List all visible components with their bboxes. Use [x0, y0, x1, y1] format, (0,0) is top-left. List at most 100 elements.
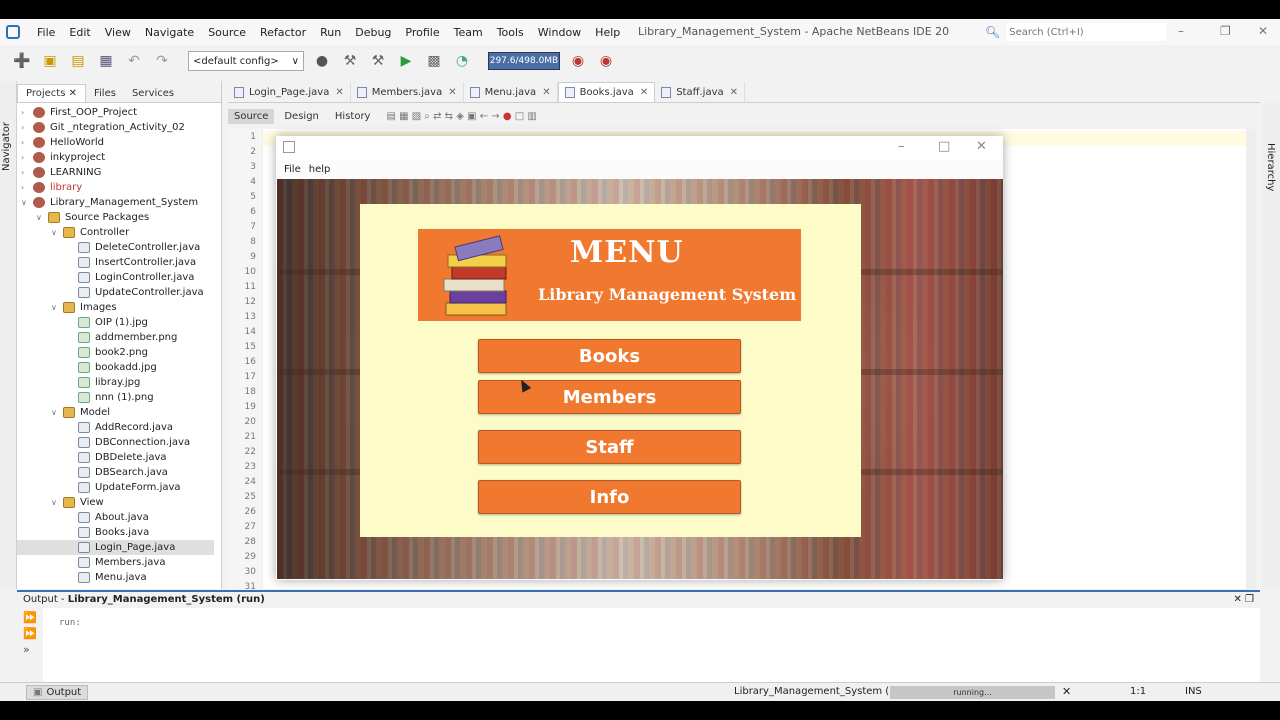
tree-item[interactable]: OIP (1).jpg	[66, 315, 148, 330]
tree-item[interactable]: DBDelete.java	[66, 450, 167, 465]
expand-chevron-icon[interactable]: ∨	[36, 213, 46, 222]
editor-tab[interactable]: Members.java ✕	[351, 82, 464, 102]
progress-bar[interactable]: running...	[890, 686, 1055, 699]
new-file-icon[interactable]: ➕	[12, 51, 32, 71]
tree-item[interactable]: nnn (1).png	[66, 390, 154, 405]
tree-item[interactable]: ∨ Images	[51, 300, 117, 315]
tree-item[interactable]: ∨ Library_Management_System	[21, 195, 198, 210]
app-maximize-icon[interactable]: □	[938, 139, 950, 154]
expand-chevron-icon[interactable]: ›	[21, 153, 31, 162]
source-mode-button[interactable]: Source	[228, 108, 275, 124]
tree-item[interactable]: Members.java	[66, 555, 165, 570]
tree-item[interactable]: UpdateForm.java	[66, 480, 181, 495]
tree-item[interactable]: Books.java	[66, 525, 149, 540]
tab-files[interactable]: Files	[86, 85, 124, 102]
app-menu-help[interactable]: help	[309, 164, 331, 175]
tree-item[interactable]: About.java	[66, 510, 149, 525]
debug-icon[interactable]: ▩	[424, 51, 444, 71]
tree-item[interactable]: InsertController.java	[66, 255, 196, 270]
books-button[interactable]: Books	[478, 339, 741, 373]
menu-tools[interactable]: Tools	[490, 26, 531, 39]
navigator-label[interactable]: Navigator	[1, 122, 12, 171]
tree-item[interactable]: AddRecord.java	[66, 420, 173, 435]
history-mode-button[interactable]: History	[329, 109, 377, 124]
menu-profile[interactable]: Profile	[398, 26, 446, 39]
toolbar-icons[interactable]: ▤ ▦ ▧ ⌕ ⇄ ⇆ ◈ ▣ ← → ● □ ▥	[380, 109, 542, 124]
tree-item[interactable]: › Git _ntegration_Activity_02	[21, 120, 185, 135]
tree-item[interactable]: bookadd.jpg	[66, 360, 157, 375]
tree-item[interactable]: › inkyproject	[21, 150, 105, 165]
profile-icon[interactable]: ◔	[452, 51, 472, 71]
memory-indicator[interactable]: 297.6/498.0MB	[488, 52, 560, 70]
maximize-icon[interactable]: ❐	[1220, 24, 1231, 38]
profile-ide-icon[interactable]: ◉	[596, 51, 616, 71]
close-tab-icon[interactable]: ✕	[640, 87, 648, 98]
menu-window[interactable]: Window	[531, 26, 588, 39]
tree-item[interactable]: › LEARNING	[21, 165, 101, 180]
menu-run[interactable]: Run	[313, 26, 348, 39]
expand-chevron-icon[interactable]: ∨	[21, 198, 31, 207]
gc-icon[interactable]: ◉	[568, 51, 588, 71]
tree-item[interactable]: ∨ Controller	[51, 225, 129, 240]
run-icon[interactable]: ▶	[396, 51, 416, 71]
tree-item[interactable]: DeleteController.java	[66, 240, 200, 255]
editor-tab[interactable]: Menu.java ✕	[464, 82, 558, 102]
tree-item[interactable]: › HelloWorld	[21, 135, 104, 150]
menu-debug[interactable]: Debug	[348, 26, 398, 39]
save-all-icon[interactable]: ▦	[96, 51, 116, 71]
editor-tab[interactable]: Login_Page.java ✕	[228, 82, 351, 102]
close-tab-icon[interactable]: ✕	[542, 87, 550, 98]
search-input[interactable]	[1006, 23, 1167, 41]
more-icon[interactable]: »	[23, 643, 43, 656]
menu-help[interactable]: Help	[588, 26, 627, 39]
minimize-icon[interactable]: –	[1178, 24, 1184, 38]
undo-icon[interactable]: ↶	[124, 51, 144, 71]
tab-projects[interactable]: Projects ✕	[17, 84, 86, 102]
tree-item[interactable]: ∨ Source Packages	[36, 210, 149, 225]
tree-item[interactable]: Menu.java	[66, 570, 147, 585]
tree-item[interactable]: DBConnection.java	[66, 435, 190, 450]
app-menu-file[interactable]: File	[284, 164, 301, 175]
build-icon[interactable]: ⚒	[340, 51, 360, 71]
rerun-params-icon[interactable]: ⏩	[23, 627, 43, 640]
menu-edit[interactable]: Edit	[62, 26, 97, 39]
tree-item[interactable]: DBSearch.java	[66, 465, 168, 480]
editor-tab[interactable]: Staff.java ✕	[655, 82, 746, 102]
tree-item[interactable]: › First_OOP_Project	[21, 105, 137, 120]
config-select[interactable]: <default config> ∨	[188, 51, 304, 71]
rerun-icon[interactable]: ⏩	[23, 611, 43, 624]
tree-item[interactable]: libray.jpg	[66, 375, 140, 390]
close-tab-icon[interactable]: ✕	[448, 87, 456, 98]
tree-item[interactable]: ∨ Model	[51, 405, 110, 420]
tree-item[interactable]: › library	[21, 180, 82, 195]
editor-scrollbar[interactable]	[1246, 129, 1256, 589]
info-button[interactable]: Info	[478, 480, 741, 514]
expand-chevron-icon[interactable]: ∨	[51, 228, 61, 237]
tree-item[interactable]: ∨ View	[51, 495, 104, 510]
menu-view[interactable]: View	[98, 26, 138, 39]
cancel-progress-icon[interactable]: ✕	[1062, 685, 1071, 698]
expand-chevron-icon[interactable]: ∨	[51, 498, 61, 507]
hierarchy-strip[interactable]: Hierarchy	[1262, 103, 1280, 589]
open-project-icon[interactable]: ▤	[68, 51, 88, 71]
tree-item[interactable]: book2.png	[66, 345, 148, 360]
tree-item[interactable]: Login_Page.java	[17, 540, 214, 555]
globe-icon[interactable]: ●	[312, 51, 332, 71]
tree-item[interactable]: LoginController.java	[66, 270, 194, 285]
expand-chevron-icon[interactable]: ›	[21, 138, 31, 147]
expand-chevron-icon[interactable]: ›	[21, 168, 31, 177]
close-icon[interactable]: ✕	[1258, 24, 1268, 38]
tab-services[interactable]: Services	[124, 85, 182, 102]
output-close-icon[interactable]: ✕ ❐	[1233, 594, 1254, 606]
navigator-strip[interactable]: Navigator	[0, 81, 17, 589]
new-project-icon[interactable]: ▣	[40, 51, 60, 71]
staff-button[interactable]: Staff	[478, 430, 741, 464]
expand-chevron-icon[interactable]: ∨	[51, 303, 61, 312]
menu-navigate[interactable]: Navigate	[138, 26, 201, 39]
expand-chevron-icon[interactable]: ›	[21, 183, 31, 192]
menu-refactor[interactable]: Refactor	[253, 26, 313, 39]
hierarchy-label[interactable]: Hierarchy	[1265, 143, 1276, 191]
menu-team[interactable]: Team	[447, 26, 490, 39]
clean-build-icon[interactable]: ⚒	[368, 51, 388, 71]
close-tab-icon[interactable]: ✕	[730, 87, 738, 98]
